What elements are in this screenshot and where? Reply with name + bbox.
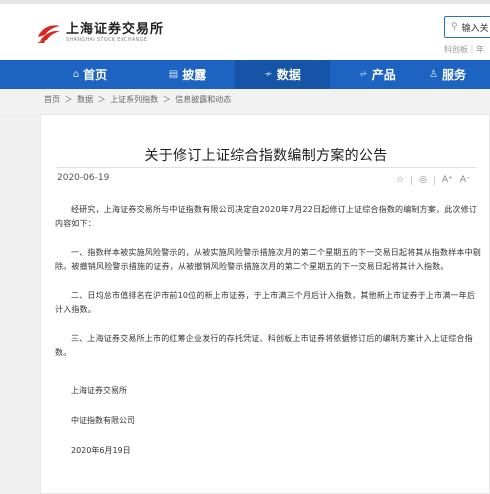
article-paragraph: 经研究，上海证券交易所与中证指数有限公司决定自2020年7月22日起修订上证综合… [55, 205, 478, 228]
breadcrumb-separator: ＞ [162, 95, 171, 104]
nav-item-label: 产品 [371, 68, 396, 82]
nav-item-disclosure[interactable]: ▤ 披露 [140, 60, 235, 89]
breadcrumb-item[interactable]: 数据 [77, 95, 93, 104]
nav-item-home[interactable]: ⌂ 首页 [40, 60, 140, 89]
search-placeholder: 输入关 [461, 23, 489, 34]
product-icon: ⩫ [359, 69, 368, 80]
signature-sse: 上海证券交易所 [71, 386, 127, 395]
breadcrumb-separator: ＞ [64, 95, 73, 104]
service-icon: ♙ [429, 69, 438, 80]
nav-item-label: 首页 [83, 68, 108, 82]
divider [411, 175, 413, 185]
article-body: 经研究，上海证券交易所与中证指数有限公司决定自2020年7月22日起修订上证综合… [55, 203, 483, 475]
search-input[interactable]: ⚲ 输入关 [444, 16, 490, 38]
breadcrumb: 首页 ＞ 数据 ＞ 上证系列指数 ＞ 信息披露和动态 [44, 94, 233, 105]
breadcrumb-separator: ＞ [97, 95, 106, 104]
divider [433, 175, 435, 185]
article-tools: ☆ ◎ A⁺ A⁻ [396, 175, 478, 185]
font-decrease-icon[interactable]: A⁻ [460, 175, 471, 185]
site-header: 上海证券交易所 SHANGHAI STOCK EXCHANGE ⚲ 输入关 科创… [0, 4, 490, 60]
logo-en-text: SHANGHAI STOCK EXCHANGE [66, 37, 148, 43]
article-title: 关于修订上证综合指数编制方案的公告 [144, 148, 388, 164]
signature-csi: 中证指数有限公司 [71, 416, 135, 425]
nav-item-service[interactable]: ♙ 服务 [425, 60, 490, 89]
main-nav: ⌂ 首页 ▤ 披露 ≁ 数据 ⩫ 产品 ♙ 服务 [0, 60, 490, 89]
search-icon: ⚲ [451, 22, 458, 32]
nav-item-label: 披露 [182, 68, 207, 82]
article-paragraph: 二、日均总市值排名在沪市前10位的新上市证券，于上市满三个月后计入指数，其他新上… [55, 291, 476, 314]
favorite-icon[interactable]: ☆ [396, 175, 404, 185]
nav-item-data[interactable]: ≁ 数据 [235, 60, 330, 89]
header-sub-links[interactable]: 科创板｜年 [444, 44, 484, 55]
breadcrumb-item[interactable]: 信息披露和动态 [175, 95, 231, 104]
sse-logo-icon [36, 22, 62, 44]
logo[interactable]: 上海证券交易所 SHANGHAI STOCK EXCHANGE [36, 20, 164, 46]
breadcrumb-item[interactable]: 上证系列指数 [110, 95, 158, 104]
article-paragraph: 一、指数样本被实施风险警示的，从被实施风险警示措施次月的第二个星期五的下一交易日… [55, 248, 481, 271]
breadcrumb-item[interactable]: 首页 [44, 95, 60, 104]
home-icon: ⌂ [72, 69, 80, 80]
font-increase-icon[interactable]: A⁺ [442, 175, 453, 185]
article-paragraph: 三、上海证券交易所上市的红筹企业发行的存托凭证、科创板上市证券将依据修订后的编制… [55, 334, 473, 357]
divider [57, 167, 477, 168]
signature-date: 2020年6月19日 [71, 446, 131, 455]
article-date: 2020-06-19 [57, 173, 110, 183]
logo-cn-text: 上海证券交易所 [66, 22, 165, 37]
data-icon: ≁ [264, 69, 273, 80]
nav-item-label: 数据 [276, 68, 301, 82]
left-background [0, 114, 40, 494]
disclosure-icon: ▤ [168, 69, 179, 80]
nav-item-label: 服务 [441, 68, 466, 82]
share-icon[interactable]: ◎ [419, 175, 427, 185]
nav-item-product[interactable]: ⩫ 产品 [330, 60, 425, 89]
article-card: 关于修订上证综合指数编制方案的公告 2020-06-19 ☆ ◎ A⁺ A⁻ 经… [40, 114, 490, 494]
